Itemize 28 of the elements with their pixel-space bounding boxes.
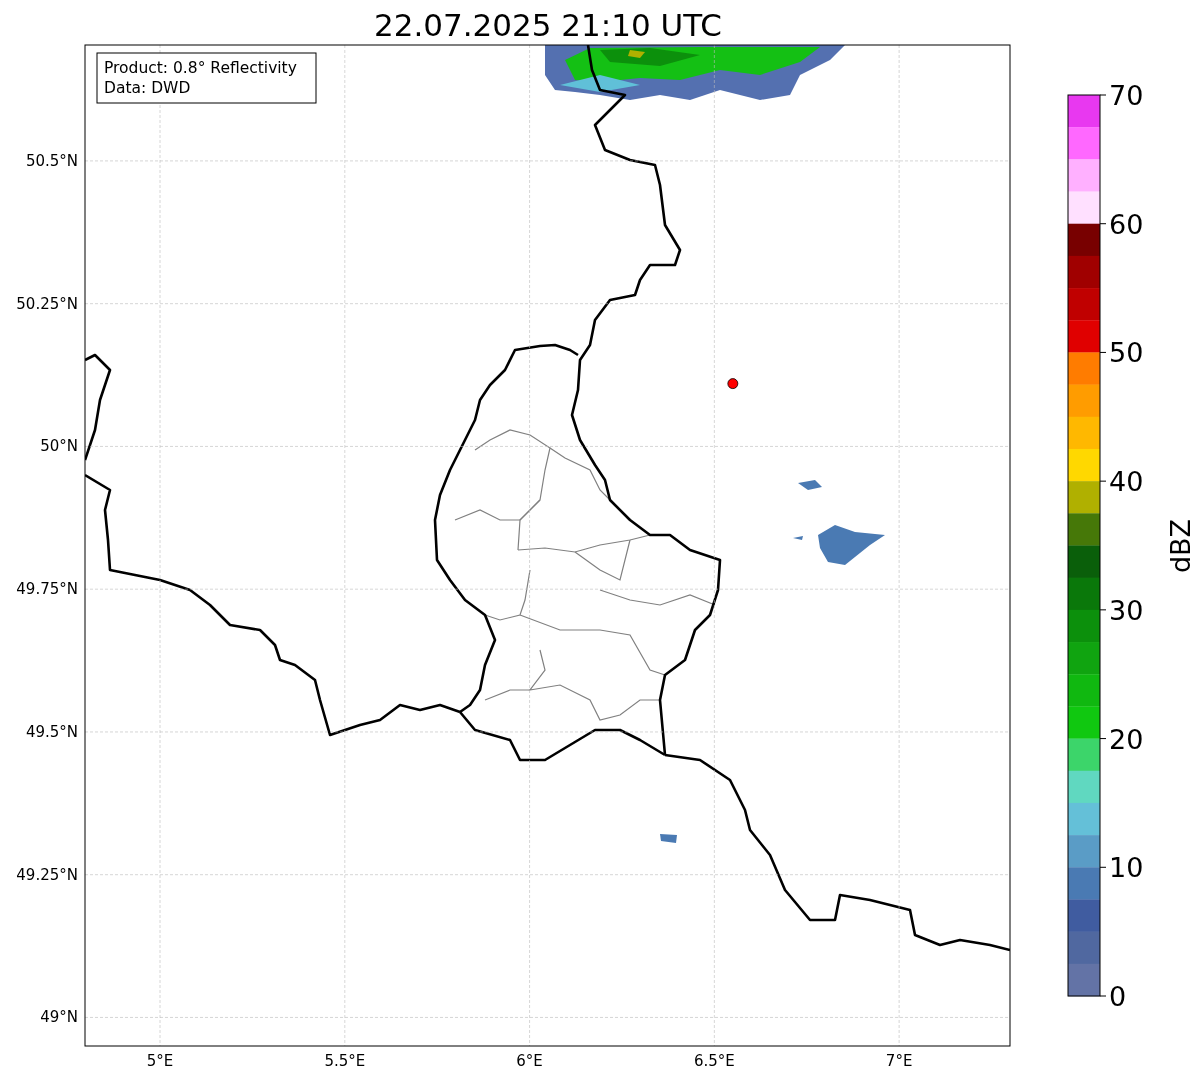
radar-echo xyxy=(793,536,803,540)
colorbar-tick-label: 50 xyxy=(1109,337,1144,369)
radar-echo xyxy=(798,480,822,490)
axis-tick-label: 5°E xyxy=(146,1052,174,1070)
info-text: Data: DWD xyxy=(104,79,191,97)
axis-tick-label: 6°E xyxy=(516,1052,543,1070)
colorbar-tick-label: 10 xyxy=(1109,852,1144,884)
colorbar-tick-label: 60 xyxy=(1109,208,1144,240)
radar-echo xyxy=(660,834,677,843)
axis-tick-label: 49.25°N xyxy=(16,865,78,884)
axis-tick-label: 50.25°N xyxy=(16,294,78,313)
axis-tick-label: 49°N xyxy=(40,1008,78,1027)
axis-tick-label: 5.5°E xyxy=(324,1052,366,1070)
axis-tick-label: 7°E xyxy=(885,1052,913,1070)
axis-tick-label: 50.5°N xyxy=(25,151,78,170)
radar-echo xyxy=(818,525,885,565)
colorbar-tick-label: 20 xyxy=(1109,723,1144,755)
colorbar-tick-label: 0 xyxy=(1109,981,1127,1012)
axis-tick-label: 6.5°E xyxy=(693,1052,735,1070)
axis-tick-label: 49.75°N xyxy=(16,580,78,599)
axis-tick-label: 49.5°N xyxy=(25,722,78,741)
colorbar-tick-label: 40 xyxy=(1109,466,1144,498)
colorbar-label: dBZ xyxy=(1165,518,1196,574)
colorbar-tick-label: 70 xyxy=(1109,80,1144,111)
info-text: Product: 0.8° Reflectivity xyxy=(104,59,297,77)
chart-title: 22.07.2025 21:10 UTC xyxy=(374,7,722,43)
axis-tick-label: 50°N xyxy=(40,437,78,456)
colorbar-tick-label: 30 xyxy=(1109,594,1144,626)
